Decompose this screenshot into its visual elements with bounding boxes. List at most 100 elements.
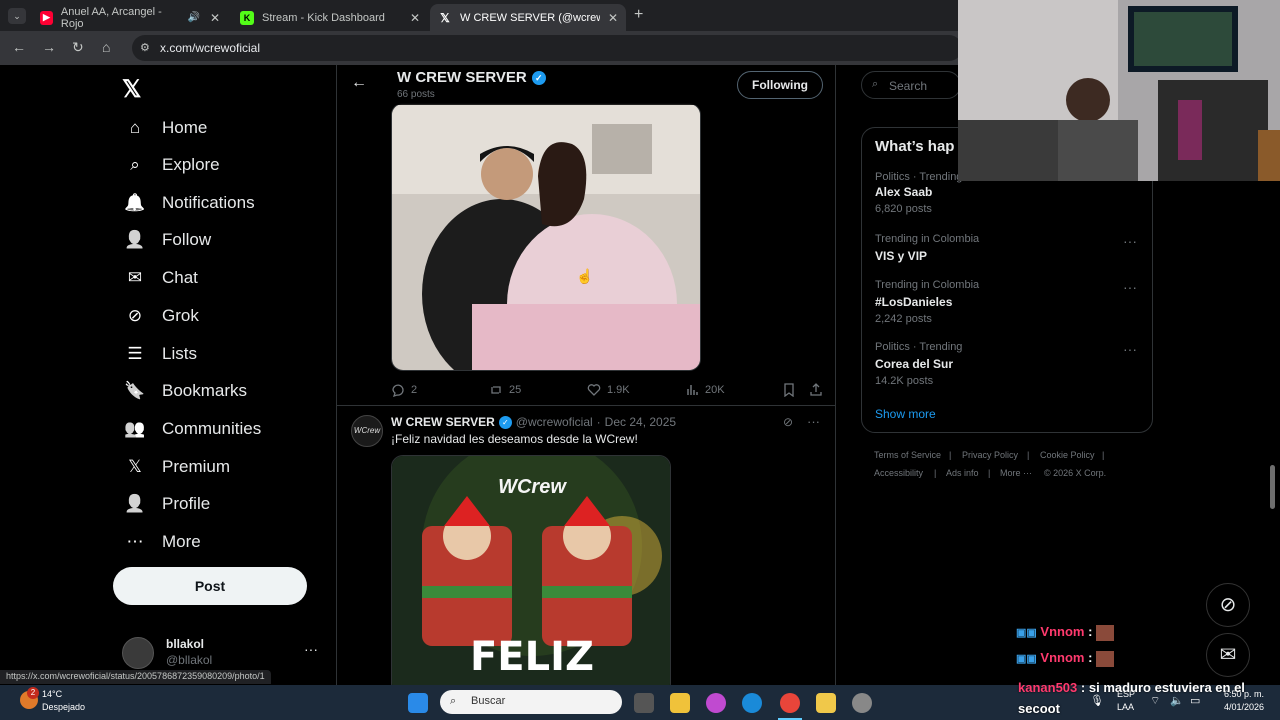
- link-status-bar: https://x.com/wcrewoficial/status/200578…: [0, 670, 271, 684]
- search-icon: ⌕: [872, 78, 879, 90]
- sidebar-item-label: Chat: [162, 268, 198, 287]
- show-more-link[interactable]: Show more: [875, 407, 936, 421]
- footer-link-more[interactable]: More ···: [1000, 468, 1032, 478]
- edge-icon[interactable]: [742, 693, 762, 713]
- tweet-photo[interactable]: ☝: [391, 103, 701, 371]
- more-dots-icon[interactable]: ···: [304, 641, 318, 657]
- bell-icon: 🔔: [124, 193, 146, 212]
- tab-title: Stream - Kick Dashboard: [262, 11, 385, 24]
- search-input[interactable]: ⌕ Search: [861, 71, 961, 99]
- tab-x[interactable]: 𝕏 W CREW SERVER (@wcrewofici ✕: [430, 4, 626, 31]
- trend-item[interactable]: Trending in Colombia #LosDanieles 2,242 …: [875, 279, 1145, 325]
- store-icon[interactable]: [670, 693, 690, 713]
- tweet-photo[interactable]: WCrew FELIZ: [391, 455, 671, 685]
- share-button[interactable]: [809, 383, 829, 397]
- following-button[interactable]: Following: [737, 71, 823, 99]
- chat-username: kanan503: [1018, 680, 1078, 695]
- sidebar-item-profile[interactable]: 👤 Profile: [124, 489, 210, 519]
- grok-icon[interactable]: ⊘: [783, 415, 793, 429]
- chat-message: ▣▣ Vnnom :: [1016, 650, 1115, 667]
- new-tab-icon[interactable]: +: [634, 6, 643, 24]
- chrome-icon[interactable]: [780, 693, 800, 713]
- post-button[interactable]: Post: [113, 567, 307, 605]
- account-switcher[interactable]: bllakol @bllakol ···: [122, 635, 322, 671]
- reload-icon[interactable]: ↻: [72, 39, 84, 56]
- post-count: 66 posts: [397, 89, 435, 100]
- sidebar-item-grok[interactable]: ⊘ Grok: [124, 301, 199, 331]
- sidebar-item-label: More: [162, 532, 201, 551]
- tweet-handle[interactable]: @wcrewoficial: [516, 415, 593, 429]
- search-placeholder: Search: [889, 79, 928, 93]
- tweet-text: ¡Feliz navidad les deseamos desde la WCr…: [391, 432, 638, 446]
- site-info-icon[interactable]: ⚙: [140, 35, 150, 61]
- trend-item[interactable]: Trending in Colombia VIS y VIP ···: [875, 233, 1145, 263]
- reply-button[interactable]: 2: [391, 383, 417, 397]
- more-dots-icon[interactable]: ···: [807, 414, 820, 429]
- avatar: [122, 637, 154, 669]
- home-icon[interactable]: ⌂: [102, 39, 110, 55]
- sidebar-item-communities[interactable]: 👥 Communities: [124, 414, 261, 444]
- sidebar-item-bookmarks[interactable]: 🔖 Bookmarks: [124, 376, 247, 406]
- copilot-icon[interactable]: [706, 693, 726, 713]
- back-arrow-icon[interactable]: ←: [351, 74, 367, 92]
- sidebar-item-chat[interactable]: ✉ Chat: [124, 263, 198, 293]
- more-circle-icon: ⋯: [126, 532, 144, 551]
- cursor-icon: ☝: [576, 268, 594, 284]
- trend-item[interactable]: Politics · Trending Corea del Sur 14.2K …: [875, 341, 1145, 387]
- views-count: 20K: [705, 384, 725, 396]
- sidebar-item-premium[interactable]: 𝕏 Premium: [124, 452, 230, 482]
- sidebar-item-lists[interactable]: ☰ Lists: [124, 339, 197, 369]
- sidebar-item-more[interactable]: ⋯ More: [124, 527, 201, 557]
- tab-youtube[interactable]: ▶ Anuel AA, Arcangel - Rojo 🔊 ✕: [32, 4, 228, 31]
- views-button[interactable]: 20K: [685, 383, 725, 397]
- x-logo-icon[interactable]: 𝕏: [122, 75, 141, 104]
- footer-link-terms[interactable]: Terms of Service: [874, 450, 941, 460]
- bookmark-button[interactable]: [783, 383, 801, 397]
- like-button[interactable]: 1.9K: [587, 383, 630, 397]
- close-icon[interactable]: ✕: [608, 11, 618, 25]
- sidebar-item-follow[interactable]: 👤 Follow: [124, 225, 211, 255]
- file-explorer-icon[interactable]: [816, 693, 836, 713]
- sidebar-item-label: Notifications: [162, 193, 255, 212]
- hospital-couple-photo: [392, 104, 700, 370]
- weather-temp: 14°C: [42, 689, 63, 699]
- sidebar-item-explore[interactable]: ⌕ Explore: [124, 150, 219, 180]
- url-text: x.com/wcrewoficial: [160, 41, 261, 55]
- separator-dot: ·: [596, 415, 601, 429]
- sidebar-item-home[interactable]: ⌂ Home: [124, 113, 208, 143]
- speaker-icon[interactable]: 🔊: [187, 12, 199, 23]
- footer-link-cookies[interactable]: Cookie Policy: [1040, 450, 1095, 460]
- sidebar-item-notifications[interactable]: 🔔 Notifications: [124, 188, 255, 218]
- tab-search-button[interactable]: ⌄: [8, 8, 26, 24]
- poster-logo: WCrew: [498, 476, 566, 498]
- footer-link-accessibility[interactable]: Accessibility: [874, 468, 923, 478]
- address-bar[interactable]: ⚙ x.com/wcrewoficial: [132, 35, 962, 61]
- search-placeholder: Buscar: [471, 695, 506, 707]
- repost-button[interactable]: 25: [489, 383, 521, 397]
- grok-icon: ⊘: [127, 306, 143, 325]
- taskbar-search-input[interactable]: ⌕ Buscar: [440, 690, 622, 714]
- weather-desc: Despejado: [42, 702, 86, 712]
- close-icon[interactable]: ✕: [210, 11, 220, 25]
- forward-icon[interactable]: →: [42, 39, 56, 55]
- more-dots-icon[interactable]: ···: [1123, 233, 1137, 249]
- tweet-author-name[interactable]: W CREW SERVER: [391, 415, 495, 429]
- tab-kick[interactable]: K Stream - Kick Dashboard ✕: [232, 4, 428, 31]
- share-icon: [810, 383, 822, 396]
- account-name: bllakol: [166, 637, 205, 651]
- footer-link-ads[interactable]: Ads info: [946, 468, 979, 478]
- scrollbar-thumb[interactable]: [1270, 465, 1275, 509]
- messages-icon[interactable]: ✉: [1206, 633, 1250, 677]
- back-icon[interactable]: ←: [12, 39, 26, 55]
- grok-icon[interactable]: ⊘: [1206, 583, 1250, 627]
- close-icon[interactable]: ✕: [410, 11, 420, 25]
- avatar[interactable]: WCrew: [351, 415, 383, 447]
- heart-icon: [587, 384, 601, 396]
- tweet-date[interactable]: Dec 24, 2025: [605, 415, 676, 429]
- more-dots-icon[interactable]: ···: [1123, 341, 1137, 357]
- more-dots-icon[interactable]: ···: [1123, 279, 1137, 295]
- footer-link-privacy[interactable]: Privacy Policy: [962, 450, 1018, 460]
- settings-icon[interactable]: [852, 693, 872, 713]
- windows-start-icon[interactable]: [408, 693, 428, 713]
- task-view-icon[interactable]: [634, 693, 654, 713]
